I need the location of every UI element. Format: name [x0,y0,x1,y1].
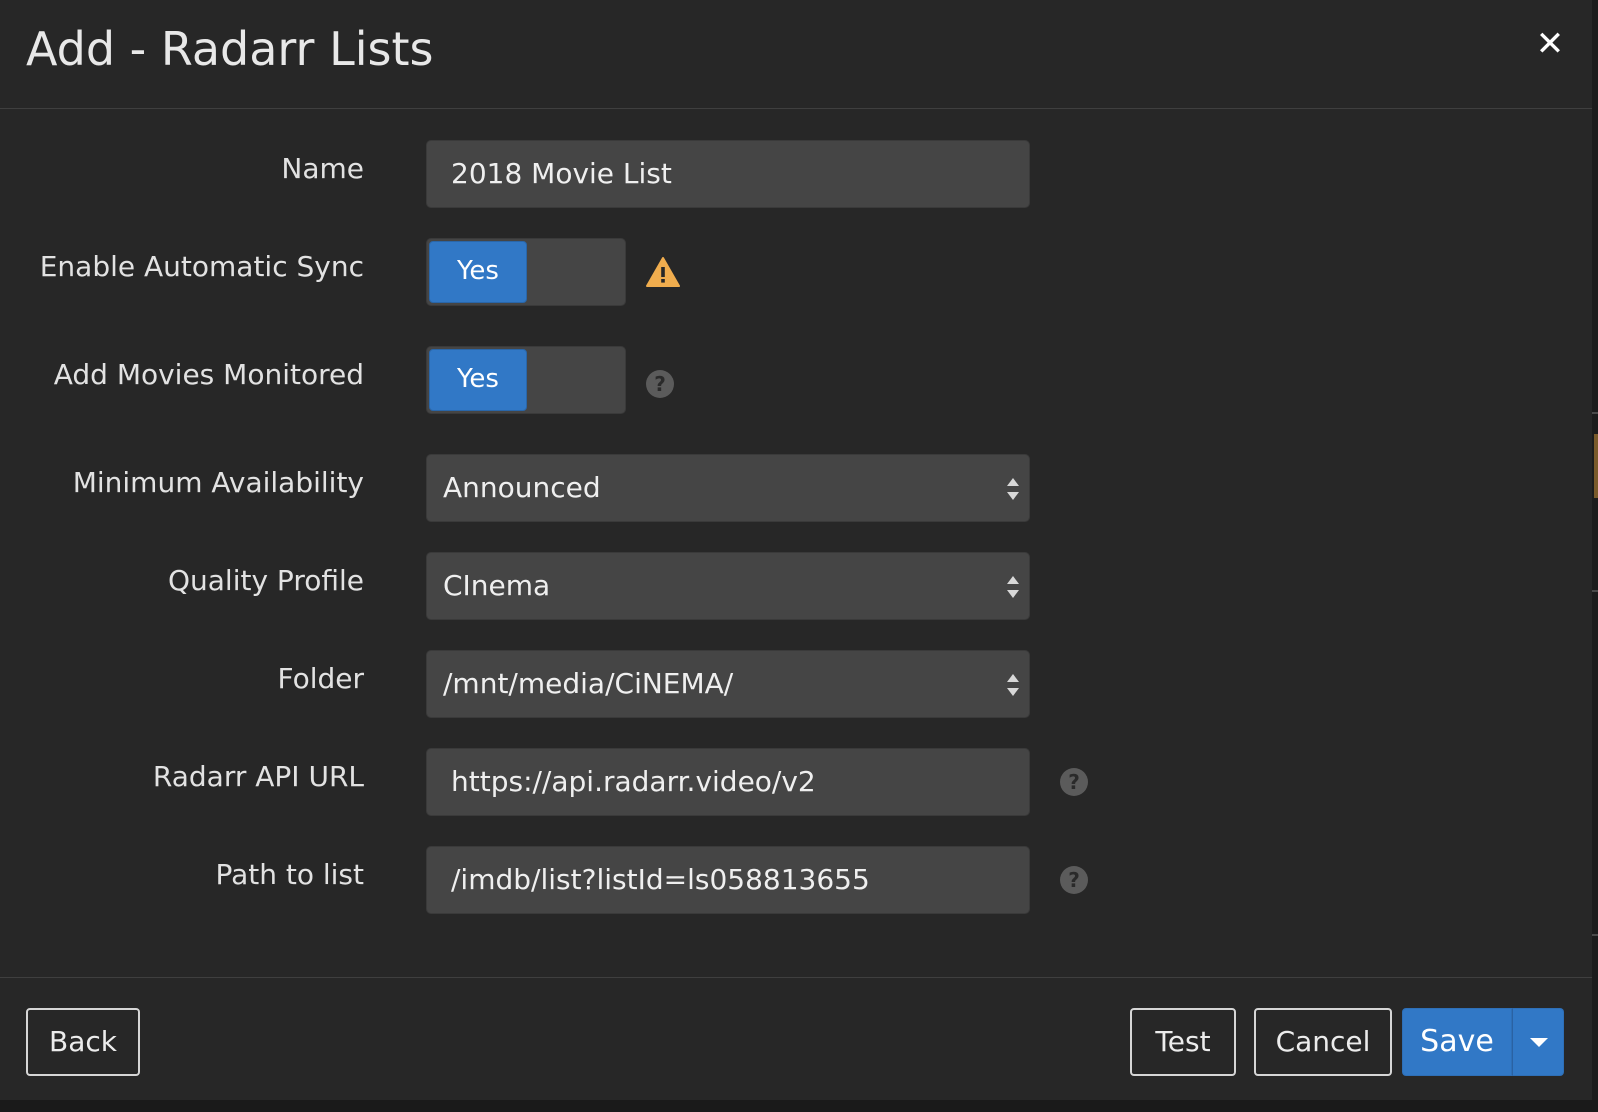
enable-automatic-sync-toggle[interactable]: Yes [426,238,626,306]
folder-label: Folder [277,662,364,695]
select-arrows-icon [1007,576,1019,598]
footer-divider [0,977,1592,978]
toggle-yes: Yes [429,349,527,411]
minimum-availability-select[interactable]: Announced [426,454,1030,522]
select-arrows-icon [1007,478,1019,500]
add-movies-monitored-toggle[interactable]: Yes [426,346,626,414]
quality-profile-value: CInema [443,569,551,602]
background-divider [1592,590,1598,592]
background-accent [1594,434,1598,498]
minimum-availability-label: Minimum Availability [72,466,364,499]
add-movies-monitored-label: Add Movies Monitored [53,358,364,391]
folder-value: /mnt/media/CiNEMA/ [443,667,734,700]
folder-select[interactable]: /mnt/media/CiNEMA/ [426,650,1030,718]
background-divider [1592,934,1598,936]
name-input[interactable]: 2018 Movie List [426,140,1030,208]
quality-profile-label: Quality Profile [167,564,364,597]
save-options-button[interactable] [1512,1008,1564,1076]
background-page-strip [0,1100,1598,1112]
warning-icon [646,257,680,287]
test-button[interactable]: Test [1130,1008,1236,1076]
help-icon[interactable]: ? [1060,768,1088,796]
toggle-yes: Yes [429,241,527,303]
add-radarr-list-modal: Add - Radarr Lists ✕ Name 2018 Movie Lis… [0,0,1592,1102]
modal-title: Add - Radarr Lists [26,22,434,76]
background-edge [1592,0,1598,1112]
modal-header: Add - Radarr Lists ✕ [0,0,1592,109]
enable-automatic-sync-label: Enable Automatic Sync [39,250,364,283]
radarr-api-url-input[interactable]: https://api.radarr.video/v2 [426,748,1030,816]
name-label: Name [281,152,364,185]
path-to-list-label: Path to list [215,858,364,891]
cancel-button[interactable]: Cancel [1254,1008,1392,1076]
select-arrows-icon [1007,674,1019,696]
background-divider [1592,412,1598,414]
help-icon[interactable]: ? [646,370,674,398]
caret-down-icon [1530,1038,1548,1047]
back-button[interactable]: Back [26,1008,140,1076]
radarr-api-url-label: Radarr API URL [152,760,364,793]
quality-profile-select[interactable]: CInema [426,552,1030,620]
save-button[interactable]: Save [1402,1008,1512,1076]
close-icon[interactable]: ✕ [1534,24,1566,64]
help-icon[interactable]: ? [1060,866,1088,894]
minimum-availability-value: Announced [443,471,601,504]
path-to-list-input[interactable]: /imdb/list?listId=ls058813655 [426,846,1030,914]
